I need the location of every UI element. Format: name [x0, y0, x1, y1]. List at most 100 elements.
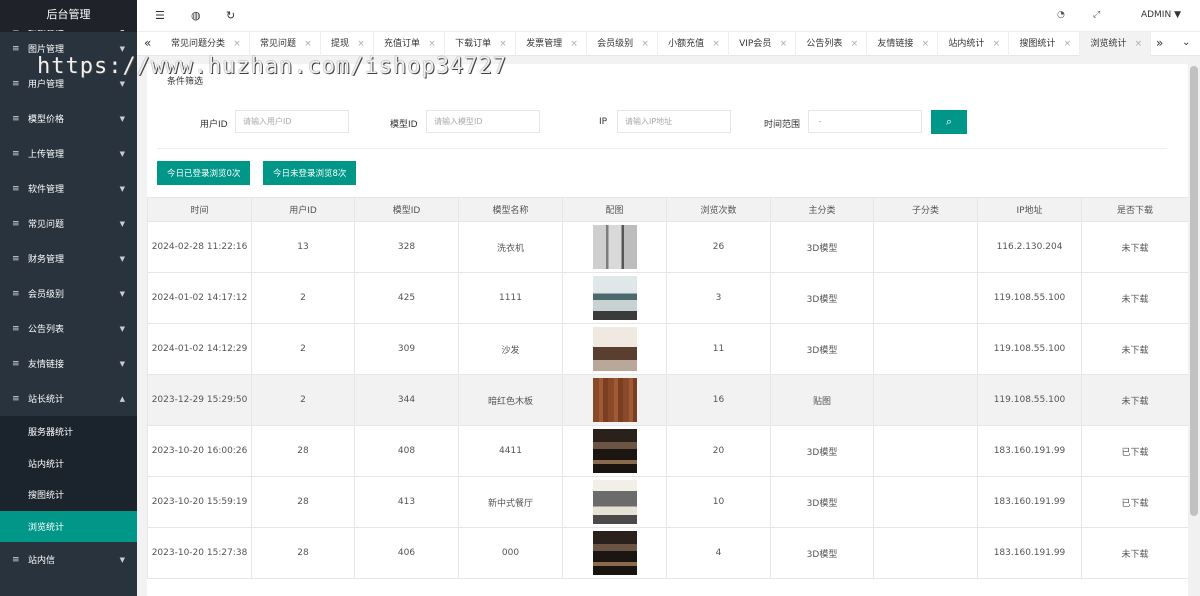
- tabs-menu-icon[interactable]: ⌄: [1182, 37, 1190, 48]
- sidebar-subitem-server-stats[interactable]: 服务器统计: [0, 416, 137, 448]
- close-icon[interactable]: ×: [913, 32, 937, 56]
- table-row[interactable]: 2024-01-02 14:17:12 2 425 1111 3 3D模型 119.108.…: [147, 272, 1189, 324]
- thumbnail-image[interactable]: [592, 225, 637, 269]
- tabs-next-icon[interactable]: »: [1156, 36, 1163, 50]
- search-button[interactable]: ⌕: [931, 110, 967, 134]
- scrollbar-thumb[interactable]: [1190, 66, 1198, 516]
- list-icon: ≡: [12, 113, 20, 124]
- close-icon[interactable]: ×: [349, 32, 373, 56]
- tab-item[interactable]: 发票管理 ×: [516, 32, 588, 56]
- cell-time: 2024-01-02 14:17:12: [147, 272, 252, 324]
- column-header: 模型ID: [354, 197, 459, 222]
- thumbnail-image[interactable]: [592, 429, 637, 473]
- sidebar-item-site-stats[interactable]: ≡ 站长统计 ▲: [0, 381, 137, 416]
- table-row[interactable]: 2024-01-02 14:12:29 2 309 沙发 11 3D模型 119.108.5…: [147, 323, 1189, 375]
- thumbnail-image[interactable]: [592, 480, 637, 524]
- sidebar-item-images[interactable]: ≡ 图片管理 ▼: [0, 31, 137, 66]
- tab-item[interactable]: 搜图统计 ×: [1009, 32, 1081, 56]
- table-row[interactable]: 2024-02-28 11:22:16 13 328 洗衣机 26 3D模型 116.2.1…: [147, 221, 1189, 273]
- theme-icon[interactable]: ◔: [1057, 10, 1065, 20]
- sidebar-item-model-price[interactable]: ≡ 模型价格 ▼: [0, 101, 137, 136]
- sidebar-subitem-browse-stats[interactable]: 浏览统计: [0, 510, 137, 542]
- thumbnail-image[interactable]: [592, 276, 637, 320]
- sidebar-item-faq[interactable]: ≡ 常见问题 ▼: [0, 206, 137, 241]
- tab-item[interactable]: 充值订单 ×: [374, 32, 446, 56]
- tab-item[interactable]: 浏览统计 ×: [1080, 32, 1152, 56]
- tab-item[interactable]: 提现 ×: [321, 32, 375, 56]
- refresh-icon[interactable]: ↻: [226, 9, 235, 22]
- close-icon[interactable]: ×: [562, 32, 586, 56]
- sidebar-item-notices[interactable]: ≡ 公告列表 ▼: [0, 311, 137, 346]
- close-icon[interactable]: ×: [984, 32, 1008, 56]
- sidebar-subitem-search-stats[interactable]: 搜图统计: [0, 479, 137, 511]
- cell-user-id: 28: [251, 425, 355, 477]
- list-icon: ≡: [12, 78, 20, 89]
- tab-item[interactable]: 友情链接 ×: [867, 32, 939, 56]
- fullscreen-icon[interactable]: ⤢: [1093, 10, 1100, 20]
- sidebar-item-upload[interactable]: ≡ 上传管理 ▼: [0, 136, 137, 171]
- cell-user-id: 2: [251, 374, 355, 426]
- close-icon[interactable]: ×: [225, 32, 249, 56]
- sidebar-item-messages[interactable]: ≡ 站内信 ▼: [0, 542, 137, 577]
- admin-menu[interactable]: ADMIN ▼: [1141, 10, 1181, 20]
- tabs-prev-icon[interactable]: «: [144, 36, 151, 50]
- sidebar-item-users[interactable]: ≡ 用户管理 ▼: [0, 66, 137, 101]
- table-row[interactable]: 2023-12-29 15:29:50 2 344 暗红色木板 16 贴图 119.108.…: [147, 374, 1189, 426]
- cell-name: 新中式餐厅: [458, 476, 563, 528]
- tab-label: 友情链接: [877, 39, 914, 49]
- page-scrollbar[interactable]: [1188, 56, 1200, 596]
- download-status: 未下载: [1081, 323, 1189, 375]
- thumbnail-image[interactable]: [592, 531, 637, 575]
- chevron-down-icon: ▼: [119, 324, 125, 333]
- filter-legend: 条件筛选: [167, 77, 204, 87]
- globe-icon[interactable]: ◍: [191, 9, 201, 22]
- sidebar-item-membership[interactable]: ≡ 会员级别 ▼: [0, 276, 137, 311]
- table-row[interactable]: 2023-10-20 15:59:19 28 413 新中式餐厅 10 3D模型 183.1…: [147, 476, 1189, 528]
- time-range-label: 时间范围: [764, 120, 801, 130]
- column-header: 配图: [562, 197, 667, 222]
- table-row[interactable]: 2023-10-20 15:27:38 28 406 000 4 3D模型 183.160.…: [147, 527, 1189, 579]
- sidebar-item-label: 软件管理: [28, 185, 65, 195]
- user-id-input[interactable]: [235, 110, 349, 133]
- tab-label: 发票管理: [526, 39, 563, 49]
- close-icon[interactable]: ×: [491, 32, 515, 56]
- tab-item[interactable]: 站内统计 ×: [938, 32, 1010, 56]
- table-row[interactable]: 2023-10-20 16:00:26 28 408 4411 20 3D模型 183.16…: [147, 425, 1189, 477]
- close-icon[interactable]: ×: [420, 32, 444, 56]
- logged-in-views-button[interactable]: 今日已登录浏览0次: [157, 161, 251, 185]
- close-icon[interactable]: ×: [842, 32, 866, 56]
- close-icon[interactable]: ×: [633, 32, 657, 56]
- ip-input[interactable]: [617, 110, 731, 133]
- thumbnail-image[interactable]: [592, 378, 637, 422]
- close-icon[interactable]: ×: [1126, 32, 1150, 56]
- browse-stats-table: 时间 用户ID 模型ID 模型名称 配图 浏览次数 主分类 子分类 IP地址 是否下载 2024-…: [147, 197, 1189, 579]
- submenu-site-stats: 服务器统计 站内统计 搜图统计 浏览统计: [0, 416, 137, 542]
- model-id-input[interactable]: [426, 110, 540, 133]
- not-logged-in-views-button[interactable]: 今日未登录浏览8次: [263, 161, 357, 185]
- tab-item[interactable]: 常见问题分类 ×: [161, 32, 251, 56]
- sidebar-item-finance[interactable]: ≡ 财务管理 ▼: [0, 241, 137, 276]
- tab-item[interactable]: 常见问题 ×: [250, 32, 322, 56]
- close-icon[interactable]: ×: [704, 32, 728, 56]
- search-icon: ⌕: [945, 115, 953, 128]
- close-icon[interactable]: ×: [1055, 32, 1079, 56]
- tab-item[interactable]: VIP会员 ×: [729, 32, 797, 56]
- chevron-down-icon: ▼: [119, 289, 125, 298]
- sidebar-item-links[interactable]: ≡ 友情链接 ▼: [0, 346, 137, 381]
- sidebar-item-software[interactable]: ≡ 软件管理 ▼: [0, 171, 137, 206]
- close-icon[interactable]: ×: [771, 32, 795, 56]
- tab-item[interactable]: 公告列表 ×: [796, 32, 868, 56]
- tab-item[interactable]: 下载订单 ×: [445, 32, 517, 56]
- tab-item[interactable]: 小额充值 ×: [658, 32, 730, 56]
- cell-time: 2023-10-20 15:27:38: [147, 527, 252, 579]
- menu-toggle-icon[interactable]: ☰: [155, 9, 165, 22]
- time-range-input[interactable]: [808, 110, 922, 133]
- tab-item[interactable]: 会员级别 ×: [587, 32, 659, 56]
- column-header: 是否下载: [1081, 197, 1189, 222]
- close-icon[interactable]: ×: [296, 32, 320, 56]
- sidebar-subitem-site-stats-sub[interactable]: 站内统计: [0, 448, 137, 480]
- tab-label: 搜图统计: [1019, 39, 1056, 49]
- thumbnail-image[interactable]: [592, 327, 637, 371]
- sidebar-item-label: 上传管理: [28, 150, 65, 160]
- sidebar-item-label: 会员级别: [28, 290, 65, 300]
